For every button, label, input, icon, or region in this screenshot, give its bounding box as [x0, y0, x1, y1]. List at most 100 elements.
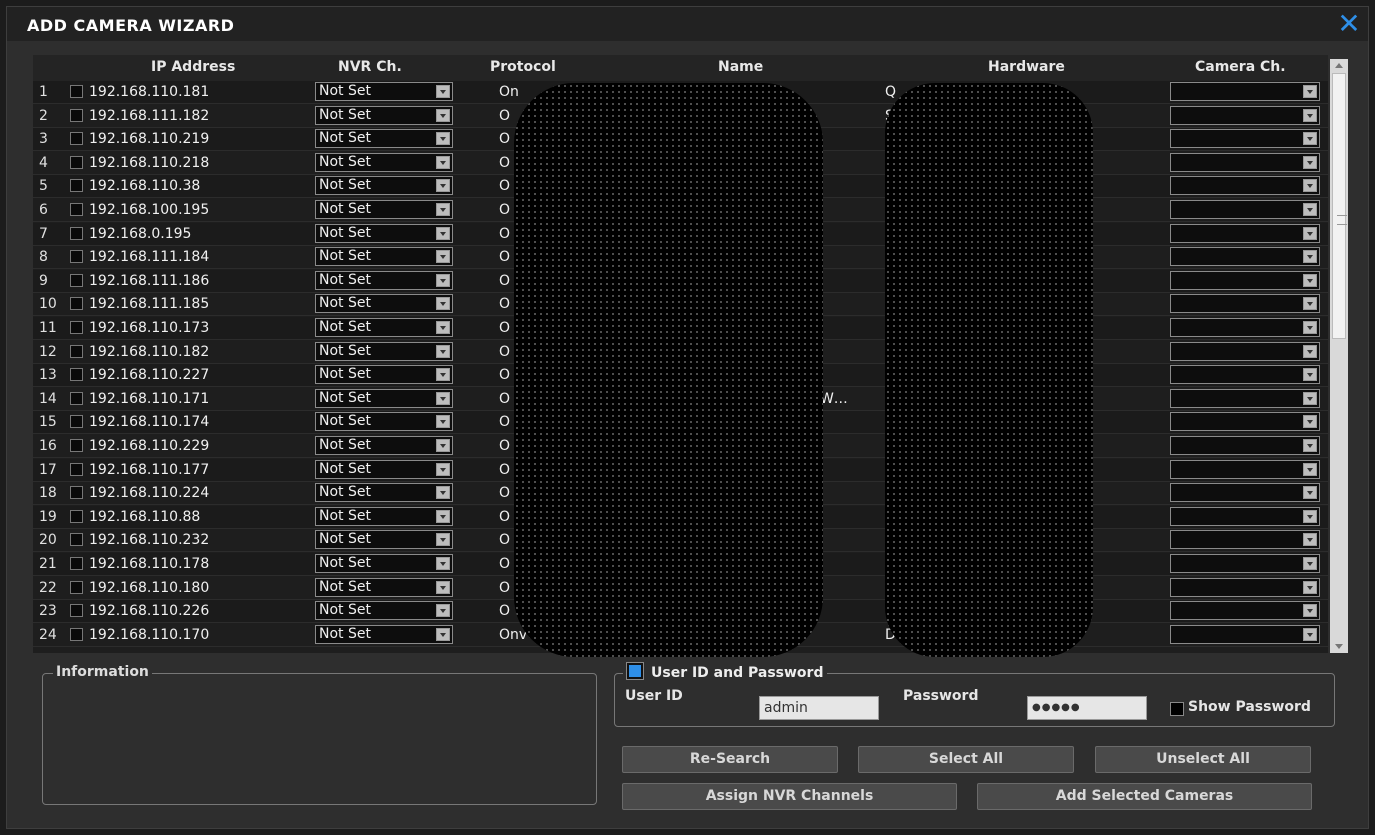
chevron-down-icon[interactable]	[1303, 203, 1317, 216]
chevron-down-icon[interactable]	[436, 462, 450, 476]
column-header-protocol[interactable]: Protocol	[490, 59, 556, 75]
camera-channel-select[interactable]	[1170, 577, 1320, 597]
row-checkbox[interactable]	[70, 439, 83, 452]
nvr-channel-select[interactable]: Not Set	[315, 412, 453, 432]
camera-channel-select[interactable]	[1170, 152, 1320, 172]
row-checkbox[interactable]	[70, 297, 83, 311]
chevron-down-icon[interactable]	[436, 415, 450, 429]
row-checkbox[interactable]	[70, 462, 83, 476]
chevron-down-icon[interactable]	[1303, 155, 1317, 169]
chevron-down-icon[interactable]	[436, 509, 450, 523]
camera-channel-select[interactable]	[1170, 247, 1320, 267]
chevron-down-icon[interactable]	[436, 391, 450, 405]
nvr-channel-select[interactable]: Not Set	[315, 105, 453, 125]
research-button[interactable]: Re-Search	[622, 746, 838, 773]
password-field[interactable]: ●●●●●	[1027, 696, 1147, 720]
camera-channel-select[interactable]	[1170, 483, 1320, 503]
row-checkbox[interactable]	[70, 250, 83, 264]
chevron-down-icon[interactable]	[436, 580, 450, 594]
nvr-channel-select[interactable]: Not Set	[315, 483, 453, 503]
chevron-down-icon[interactable]	[436, 108, 450, 122]
camera-channel-select[interactable]	[1170, 341, 1320, 361]
row-checkbox[interactable]	[70, 486, 83, 500]
add-selected-cameras-button[interactable]: Add Selected Cameras	[977, 783, 1312, 810]
chevron-down-icon[interactable]	[1303, 462, 1317, 476]
camera-channel-select[interactable]	[1170, 318, 1320, 337]
close-icon[interactable]: ✕	[1336, 10, 1362, 38]
row-checkbox[interactable]	[70, 273, 83, 287]
nvr-channel-select[interactable]: Not Set	[315, 388, 453, 408]
chevron-down-icon[interactable]	[436, 439, 450, 452]
column-header-ip[interactable]: IP Address	[151, 59, 235, 75]
row-checkbox[interactable]	[70, 155, 83, 169]
nvr-channel-select[interactable]: Not Set	[315, 129, 453, 149]
chevron-down-icon[interactable]	[1303, 108, 1317, 122]
row-checkbox[interactable]	[70, 557, 83, 570]
unselect-all-button[interactable]: Unselect All	[1095, 746, 1311, 773]
chevron-down-icon[interactable]	[1303, 627, 1317, 641]
chevron-down-icon[interactable]	[1303, 533, 1317, 547]
row-checkbox[interactable]	[70, 203, 83, 216]
chevron-down-icon[interactable]	[1303, 85, 1317, 98]
user-id-field[interactable]: admin	[759, 696, 879, 720]
nvr-channel-select[interactable]: Not Set	[315, 318, 453, 337]
camera-channel-select[interactable]	[1170, 200, 1320, 219]
row-checkbox[interactable]	[70, 415, 83, 429]
chevron-down-icon[interactable]	[436, 297, 450, 311]
row-checkbox[interactable]	[70, 108, 83, 122]
camera-channel-select[interactable]	[1170, 624, 1320, 644]
chevron-down-icon[interactable]	[1303, 580, 1317, 594]
chevron-down-icon[interactable]	[1303, 132, 1317, 146]
camera-channel-select[interactable]	[1170, 105, 1320, 125]
camera-channel-select[interactable]	[1170, 388, 1320, 408]
chevron-down-icon[interactable]	[1303, 179, 1317, 193]
nvr-channel-select[interactable]: Not Set	[315, 294, 453, 314]
show-password-checkbox[interactable]	[1170, 702, 1184, 716]
row-checkbox[interactable]	[70, 132, 83, 146]
chevron-down-icon[interactable]	[436, 486, 450, 500]
camera-channel-select[interactable]	[1170, 223, 1320, 243]
camera-channel-select[interactable]	[1170, 270, 1320, 290]
camera-channel-select[interactable]	[1170, 506, 1320, 526]
nvr-channel-select[interactable]: Not Set	[315, 554, 453, 573]
column-header-name[interactable]: Name	[718, 59, 763, 75]
chevron-down-icon[interactable]	[1303, 486, 1317, 500]
chevron-down-icon[interactable]	[436, 533, 450, 547]
chevron-down-icon[interactable]	[436, 321, 450, 334]
chevron-down-icon[interactable]	[1303, 321, 1317, 334]
camera-channel-select[interactable]	[1170, 82, 1320, 101]
row-checkbox[interactable]	[70, 533, 83, 547]
nvr-channel-select[interactable]: Not Set	[315, 530, 453, 550]
camera-channel-select[interactable]	[1170, 554, 1320, 573]
chevron-down-icon[interactable]	[436, 85, 450, 98]
chevron-down-icon[interactable]	[1303, 439, 1317, 452]
camera-channel-select[interactable]	[1170, 176, 1320, 196]
scroll-thumb[interactable]	[1332, 73, 1347, 339]
nvr-channel-select[interactable]: Not Set	[315, 176, 453, 196]
assign-nvr-channels-button[interactable]: Assign NVR Channels	[622, 783, 957, 810]
nvr-channel-select[interactable]: Not Set	[315, 577, 453, 597]
chevron-down-icon[interactable]	[1303, 297, 1317, 311]
chevron-down-icon[interactable]	[436, 132, 450, 146]
camera-channel-select[interactable]	[1170, 365, 1320, 385]
row-checkbox[interactable]	[70, 344, 83, 358]
scroll-down-icon[interactable]	[1335, 644, 1343, 649]
scroll-up-icon[interactable]	[1335, 63, 1343, 68]
nvr-channel-select[interactable]: Not Set	[315, 200, 453, 219]
camera-channel-select[interactable]	[1170, 129, 1320, 149]
table-scrollbar[interactable]	[1330, 59, 1348, 653]
chevron-down-icon[interactable]	[436, 273, 450, 287]
nvr-channel-select[interactable]: Not Set	[315, 365, 453, 385]
column-header-nvr[interactable]: NVR Ch.	[338, 59, 402, 75]
chevron-down-icon[interactable]	[1303, 250, 1317, 264]
chevron-down-icon[interactable]	[436, 557, 450, 570]
camera-channel-select[interactable]	[1170, 530, 1320, 550]
row-checkbox[interactable]	[70, 604, 83, 618]
nvr-channel-select[interactable]: Not Set	[315, 436, 453, 455]
row-checkbox[interactable]	[70, 509, 83, 523]
nvr-channel-select[interactable]: Not Set	[315, 152, 453, 172]
chevron-down-icon[interactable]	[1303, 368, 1317, 382]
chevron-down-icon[interactable]	[436, 250, 450, 264]
nvr-channel-select[interactable]: Not Set	[315, 223, 453, 243]
nvr-channel-select[interactable]: Not Set	[315, 270, 453, 290]
